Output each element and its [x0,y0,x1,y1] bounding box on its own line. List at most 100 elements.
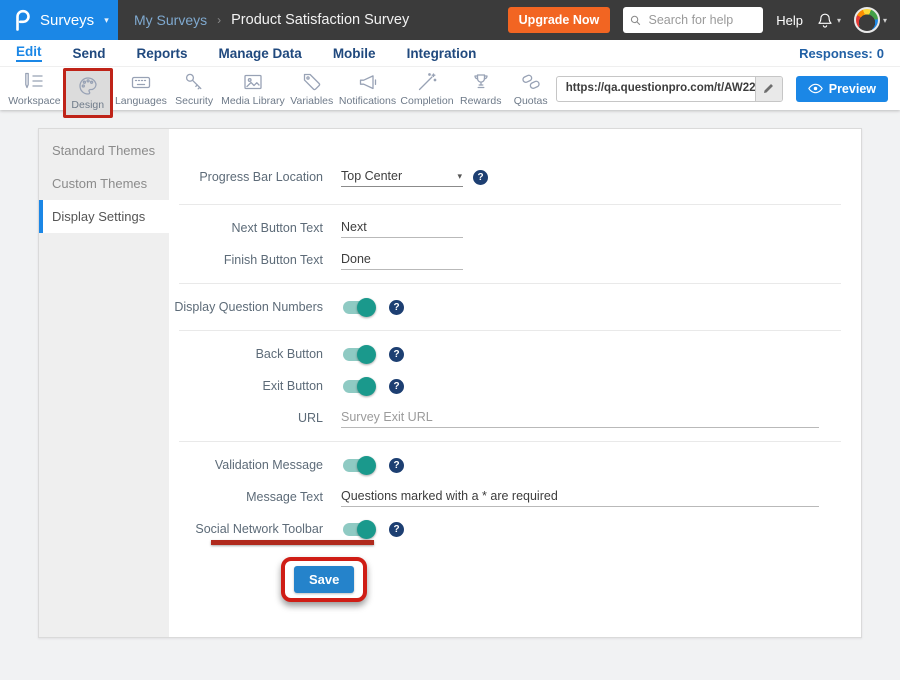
help-link[interactable]: Help [776,13,803,28]
product-switcher[interactable]: Surveys ▾ [0,0,118,40]
progress-bar-location-select[interactable]: Top Center ▾ [341,167,463,187]
design-settings-card: Standard Themes Custom Themes Display Se… [38,128,862,638]
questionpro-logo [13,9,31,31]
magic-wand-icon [415,70,439,94]
preview-label: Preview [829,82,876,96]
sidebar-item-label: Custom Themes [52,176,147,191]
tab-edit[interactable]: Edit [16,44,42,62]
bell-icon [816,11,834,30]
tool-label: Quotas [514,95,548,107]
display-question-numbers-label: Display Question Numbers [169,300,323,314]
social-network-toolbar-label: Social Network Toolbar [169,522,323,536]
survey-url-box: https://qa.questionpro.com/t/AW22Zcq2J [556,76,783,102]
display-question-numbers-toggle[interactable] [343,301,373,314]
annotation-save-highlight: Save [281,557,367,602]
notifications-menu[interactable]: ▾ [816,11,841,30]
tool-completion[interactable]: Completion [398,68,456,110]
responses-count: Responses: 0 [799,46,900,61]
tool-label: Variables [290,95,333,107]
exit-url-label: URL [169,411,323,425]
tool-rewards[interactable]: Rewards [456,68,506,110]
toggle-knob [357,520,376,539]
survey-nav: Edit Send Reports Manage Data Mobile Int… [0,40,900,66]
help-icon[interactable]: ? [389,300,404,315]
responses-value: 0 [877,46,884,61]
workspace-icon [22,70,46,94]
chevron-down-icon: ▾ [104,15,109,26]
help-search[interactable] [623,7,763,33]
setting-row-back-button: Back Button ? [169,338,841,370]
edit-toolbar: Workspace Design Languages Security Medi… [0,66,900,110]
sidebar-item-standard-themes[interactable]: Standard Themes [39,134,169,167]
tab-mobile[interactable]: Mobile [333,46,376,61]
exit-button-toggle[interactable] [343,380,373,393]
search-icon [630,14,641,27]
message-text-input[interactable] [341,487,819,507]
section-divider [179,204,841,205]
chevron-down-icon: ▾ [837,16,841,25]
setting-row-next-button-text: Next Button Text [169,212,841,244]
tool-label: Design [71,99,104,111]
sidebar-item-custom-themes[interactable]: Custom Themes [39,167,169,200]
toggle-knob [357,298,376,317]
survey-url[interactable]: https://qa.questionpro.com/t/AW22Zcq2J [557,77,755,101]
breadcrumb-separator-icon: › [217,13,221,27]
help-search-input[interactable] [646,12,756,28]
breadcrumb: My Surveys › Product Satisfaction Survey [134,12,409,28]
tool-media-library[interactable]: Media Library [219,68,287,110]
keyboard-icon [129,70,153,94]
tool-languages[interactable]: Languages [113,68,169,110]
tool-label: Workspace [8,95,60,107]
tool-security[interactable]: Security [169,68,219,110]
help-icon[interactable]: ? [473,170,488,185]
tool-variables[interactable]: Variables [287,68,337,110]
help-icon[interactable]: ? [389,458,404,473]
header-actions: Upgrade Now Help ▾ ▾ [508,7,900,33]
next-button-text-label: Next Button Text [169,221,323,235]
setting-row-finish-button-text: Finish Button Text [169,244,841,276]
account-menu[interactable]: ▾ [854,7,887,33]
validation-message-label: Validation Message [169,458,323,472]
upgrade-now-button[interactable]: Upgrade Now [508,7,611,33]
validation-message-toggle[interactable] [343,459,373,472]
image-icon [241,70,265,94]
tool-quotas[interactable]: Quotas [506,68,556,110]
finish-button-text-input[interactable] [341,250,463,270]
preview-button[interactable]: Preview [796,76,888,102]
social-network-toolbar-toggle[interactable] [343,523,373,536]
toggle-knob [357,377,376,396]
tab-reports[interactable]: Reports [137,46,188,61]
sidebar-item-display-settings[interactable]: Display Settings [39,200,169,233]
page-title: Product Satisfaction Survey [231,12,409,28]
next-button-text-input[interactable] [341,218,463,238]
help-icon[interactable]: ? [389,522,404,537]
tab-integration[interactable]: Integration [407,46,477,61]
tab-send[interactable]: Send [73,46,106,61]
sidebar-item-label: Standard Themes [52,143,155,158]
user-avatar [854,7,880,33]
edit-url-button[interactable] [755,77,782,101]
help-icon[interactable]: ? [389,347,404,362]
help-icon[interactable]: ? [389,379,404,394]
setting-row-exit-button: Exit Button ? [169,370,841,402]
back-button-toggle[interactable] [343,348,373,361]
save-button[interactable]: Save [294,566,354,593]
tool-notifications[interactable]: Notifications [337,68,398,110]
tool-label: Media Library [221,95,285,107]
setting-row-validation-message: Validation Message ? [169,449,841,481]
chevron-down-icon: ▾ [457,171,462,182]
setting-row-display-question-numbers: Display Question Numbers ? [169,291,841,323]
tool-workspace[interactable]: Workspace [6,68,63,110]
display-settings-form: Progress Bar Location Top Center ▾ ? Nex… [169,129,861,637]
chain-link-icon [519,70,543,94]
tab-manage-data[interactable]: Manage Data [219,46,302,61]
breadcrumb-my-surveys[interactable]: My Surveys [134,12,207,28]
toggle-knob [357,345,376,364]
tool-design[interactable]: Design [63,68,113,118]
exit-url-input[interactable] [341,408,819,428]
tool-label: Rewards [460,95,501,107]
setting-row-exit-url: URL [169,402,841,434]
surveys-menu-label: Surveys [40,12,94,29]
annotation-social-underline [211,540,374,545]
setting-row-social-network-toolbar: Social Network Toolbar ? [169,513,841,545]
